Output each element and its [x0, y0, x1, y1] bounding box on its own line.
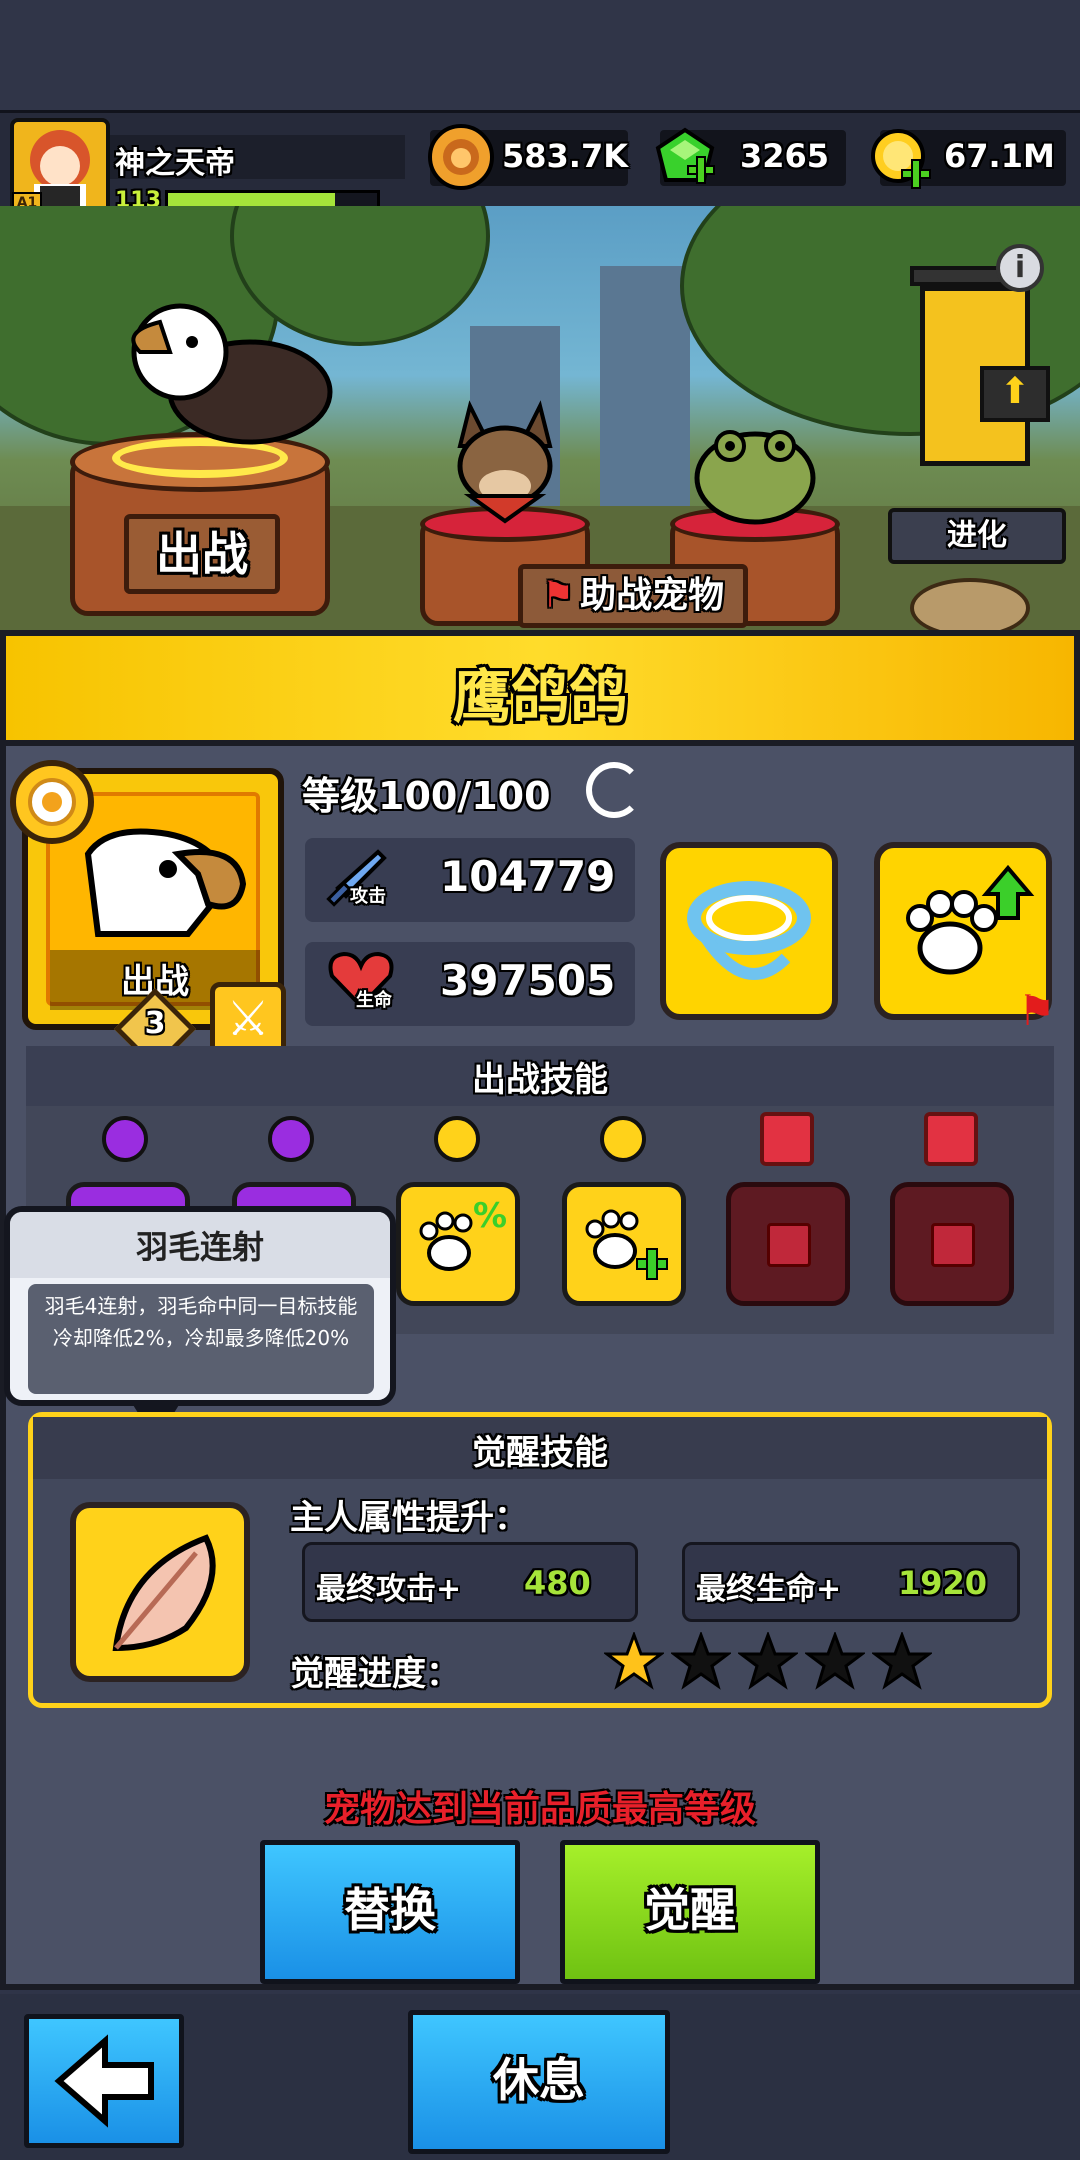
star-empty-icon [870, 1630, 934, 1692]
feather-skill-icon[interactable] [70, 1502, 250, 1682]
locked-skill-slot-1[interactable] [726, 1182, 850, 1306]
paw-percent-skill-icon[interactable]: % [396, 1182, 520, 1306]
eagle-portrait-icon [68, 814, 258, 964]
pet-scene: 出战 ⚑ 助战宠物 ⬆ 进化 i [0, 206, 1080, 630]
pet-level: 等级100/100 [302, 774, 551, 818]
currency-gem-value: 3265 [740, 137, 830, 175]
replace-button[interactable]: 替换 [260, 1840, 520, 1984]
tooltip-body: 羽毛4连射，羽毛命中同一目标技能冷却降低2%，冷却最多降低20% [44, 1294, 358, 1350]
red-flag-icon: ⚑ [1018, 986, 1056, 1035]
awaken-progress-stars [602, 1630, 944, 1696]
evolve-machine-cap [910, 266, 1010, 286]
lock-icon [931, 1223, 975, 1267]
rock [910, 578, 1030, 630]
player-name: 神之天帝 [115, 146, 235, 181]
rest-button[interactable]: 休息 [408, 2010, 670, 2154]
attack-label: 攻击 [350, 886, 386, 907]
back-button[interactable] [24, 2014, 184, 2148]
final-hp-value: 1920 [898, 1564, 988, 1602]
final-attack-value: 480 [524, 1564, 591, 1602]
final-attack-label: 最终攻击+ [316, 1572, 462, 1607]
tornado-skill-icon[interactable] [660, 842, 838, 1020]
back-arrow-icon [54, 2034, 154, 2128]
attr-boost-title: 主人属性提升： [290, 1498, 528, 1538]
building-silhouette [600, 266, 690, 516]
svg-text:%: % [473, 1196, 507, 1236]
lion-emblem-icon [10, 760, 94, 844]
tooltip-title: 羽毛连射 [135, 1228, 264, 1266]
deploy-sign[interactable]: 出战 [124, 514, 280, 594]
frog-pet-sprite[interactable] [690, 416, 820, 526]
refresh-icon[interactable] [586, 762, 642, 818]
star-empty-icon [669, 1630, 733, 1692]
evolve-button[interactable]: 进化 [888, 508, 1066, 564]
hp-value: 397505 [440, 956, 616, 1005]
lock-icon [924, 1112, 978, 1166]
dog-pet-sprite[interactable] [440, 396, 570, 536]
star-level-value: 3 [144, 1006, 166, 1041]
info-icon[interactable]: i [996, 244, 1044, 292]
star-empty-icon [736, 1630, 800, 1692]
skill-tooltip: 羽毛连射 羽毛4连射，羽毛命中同一目标技能冷却降低2%，冷却最多降低20% [4, 1206, 396, 1406]
battle-skills-title: 出战技能 [472, 1060, 608, 1100]
purple-cycle-icon [102, 1116, 148, 1162]
gold-coin-icon [868, 126, 934, 192]
lion-coin-icon [428, 124, 494, 190]
attack-value: 104779 [440, 852, 616, 901]
awaken-title: 觉醒技能 [472, 1433, 608, 1473]
lock-icon [767, 1223, 811, 1267]
green-gem-icon [652, 126, 718, 192]
currency-lion-value: 583.7K [502, 137, 629, 175]
assist-pets-sign[interactable]: ⚑ 助战宠物 [518, 564, 748, 628]
purple-cycle-icon [268, 1116, 314, 1162]
awaken-progress-label: 觉醒进度： [290, 1654, 460, 1694]
up-arrow-icon: ⬆ [980, 366, 1050, 422]
final-hp-label: 最终生命+ [696, 1572, 842, 1607]
flag-icon: ⚑ [541, 575, 575, 616]
star-empty-icon [803, 1630, 867, 1692]
yellow-cycle-icon [600, 1116, 646, 1162]
lock-icon [760, 1112, 814, 1166]
pet-name: 鹰鸽鸽 [452, 663, 627, 731]
hp-label: 生命 [356, 990, 392, 1011]
locked-skill-slot-2[interactable] [890, 1182, 1014, 1306]
currency-gold-value: 67.1M [944, 137, 1055, 175]
paw-plus-skill-icon[interactable] [562, 1182, 686, 1306]
star-filled-icon [602, 1630, 666, 1692]
eagle-pet-sprite[interactable] [100, 292, 340, 462]
max-level-notice: 宠物达到当前品质最高等级 [323, 1789, 756, 1830]
yellow-cycle-icon [434, 1116, 480, 1162]
awaken-button[interactable]: 觉醒 [560, 1840, 820, 1984]
status-bar [0, 0, 1080, 110]
